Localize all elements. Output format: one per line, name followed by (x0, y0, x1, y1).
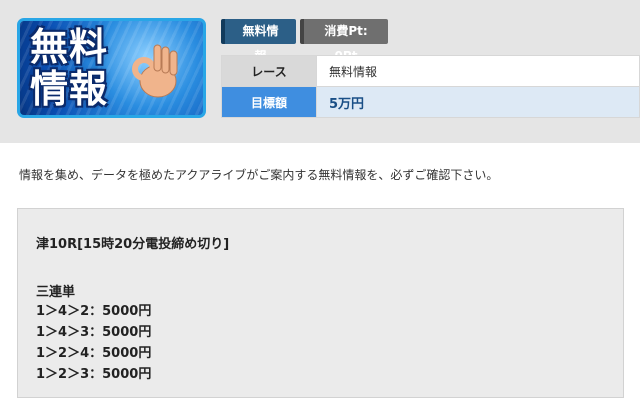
race-row: レース 無料情報 (221, 55, 640, 87)
bet-type: 三連単 (36, 285, 76, 300)
ok-hand-icon (132, 44, 178, 98)
target-value: 5万円 (316, 86, 640, 118)
target-row: 目標額 5万円 (221, 86, 640, 118)
pick-item: 1＞2＞3：5000円 (36, 367, 152, 382)
info-table: レース 無料情報 目標額 5万円 (221, 55, 640, 118)
free-info-tag: 無料情報 (221, 19, 296, 63)
points-cost-tag: 消費Pt: 0Pt (300, 19, 388, 63)
thumbnail-text-line2: 情報 (30, 67, 109, 111)
pick-item: 1＞2＞4：5000円 (36, 346, 152, 361)
pick-item: 1＞4＞3：5000円 (36, 325, 152, 340)
intro-text: 情報を集め、データを極めたアクアライブがご案内する無料情報を、必ずご確認下さい。 (19, 168, 499, 182)
race-label: レース (221, 55, 317, 87)
thumbnail-text-line1: 無料 (30, 25, 109, 69)
prediction-box: 津10R[15時20分電投締め切り] 三連単 1＞4＞2：5000円 1＞4＞3… (17, 208, 624, 398)
pick-item: 1＞4＞2：5000円 (36, 304, 152, 319)
target-label: 目標額 (221, 86, 317, 118)
race-value: 無料情報 (316, 55, 640, 87)
pick-list: 1＞4＞2：5000円 1＞4＞3：5000円 1＞2＞4：5000円 1＞2＞… (36, 301, 151, 385)
race-title: 津10R[15時20分電投締め切り] (36, 237, 230, 252)
header-area: 無料 情報 無料情報 消費Pt: 0Pt レース 無料情報 目標額 5万円 (0, 0, 640, 143)
free-info-thumbnail: 無料 情報 (17, 18, 206, 118)
